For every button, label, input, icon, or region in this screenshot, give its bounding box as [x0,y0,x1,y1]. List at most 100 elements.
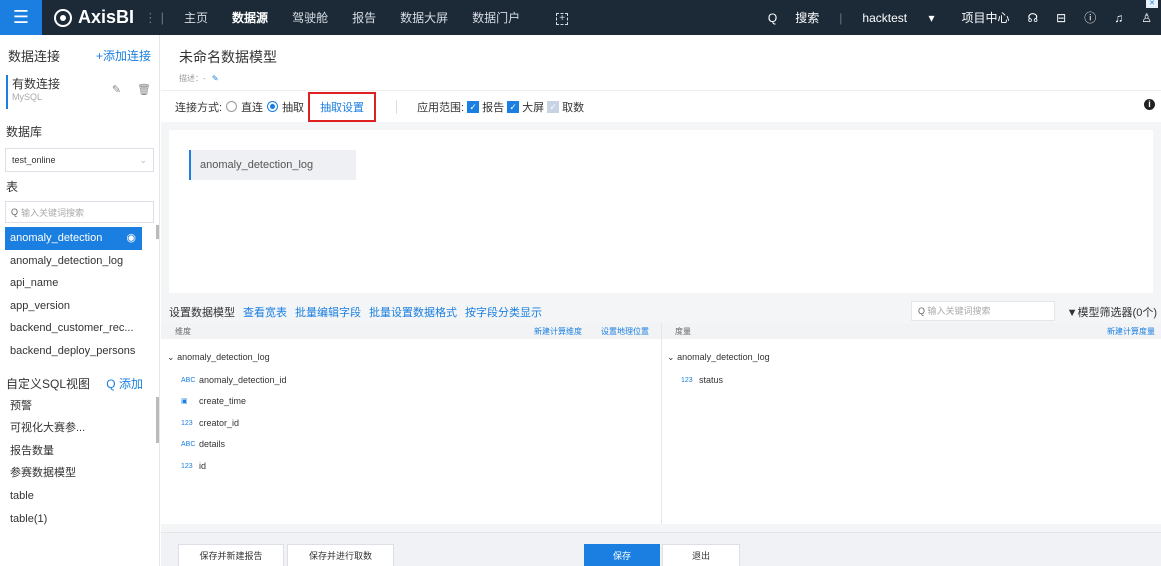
new-dimension-link[interactable]: 新建计算维度 [534,326,582,337]
dimension-field[interactable]: 123 id [181,461,206,471]
hamburger-menu-icon[interactable]: ☰ [0,0,42,35]
save-extract-button[interactable]: 保存并进行取数 [287,544,394,566]
save-new-report-button[interactable]: 保存并新建报告 [178,544,284,566]
fetch-label: 取数 [562,101,585,114]
add-connection-button[interactable]: +添加连接 [96,47,151,64]
nav-big-screen[interactable]: 数据大屏 [400,9,448,26]
sql-view-list: 预警 可视化大赛参... 报告数量 参赛数据模型 table table(1) [0,395,159,531]
nav-home[interactable]: 主页 [184,9,208,26]
search-button[interactable]: Q 搜索 [759,9,828,26]
dimension-field[interactable]: ABC anomaly_detection_id [181,375,287,385]
screen-label: 大屏 [522,101,545,114]
edit-icon[interactable]: ✎ [112,84,121,96]
set-geo-link[interactable]: 设置地理位置 [601,326,649,337]
chevron-down-icon: ⌄ [167,352,175,362]
number-type-icon: 123 [681,376,693,384]
measure-field[interactable]: 123 status [681,375,723,385]
filter-icon: ▼ [1066,307,1078,319]
table-list-scrollbar[interactable] [156,225,159,239]
divider [396,99,398,114]
direct-radio[interactable] [226,101,238,112]
top-right-tools: Q 搜索 | hacktest ▾ 项目中心 ☊ ⊟ ⓘ ♫ ♙ [750,0,1161,35]
extract-radio[interactable] [267,101,279,112]
nav-datasource[interactable]: 数据源 [232,9,268,26]
add-sql-view-button[interactable]: Q 添加 [106,373,143,395]
table-item[interactable]: backend_deploy_persons [0,340,150,363]
chevron-down-icon: ⌄ [139,154,147,165]
screen-checkbox[interactable]: ✓ [507,100,520,113]
search-icon: Q [918,306,926,316]
search-icon: Q [11,207,19,217]
nav-portal[interactable]: 数据门户 [472,9,520,26]
view-wide-table-link[interactable]: 查看宽表 [243,304,287,320]
set-model-tab[interactable]: 设置数据模型 [169,304,235,320]
sidebar: 数据连接 +添加连接 有数连接 MySQL ✎ 🗑 数据库 test_online… [0,35,160,566]
save-icon[interactable]: ⊟ [1056,11,1066,25]
nav-report[interactable]: 报告 [352,9,376,26]
search-icon: Q [106,376,116,391]
table-label: 表 [6,180,19,194]
edit-icon[interactable]: ✎ [212,74,219,83]
measure-group[interactable]: ⌄ anomaly_detection_log [667,352,770,363]
measure-header: 度量 [675,326,691,336]
main-content: 未命名数据模型 描述：- ✎ 连接方式: 直连 抽取 抽取设置 应用范围: ✓ … [161,35,1161,566]
new-measure-link[interactable]: 新建计算度量 [1107,326,1155,337]
project-center-link[interactable]: 项目中心 [961,9,1009,26]
sql-view-item[interactable]: table [0,485,150,508]
dimension-field[interactable]: 123 creator_id [181,418,239,428]
trash-icon[interactable]: 🗑 [137,84,151,96]
connection-item[interactable]: 有数连接 MySQL ✎ 🗑 [6,75,153,109]
dimension-field[interactable]: ▣ create_time [181,396,246,406]
extract-settings-link[interactable]: 抽取设置 [308,91,377,122]
group-by-field-link[interactable]: 按字段分类显示 [465,304,542,320]
user-icon[interactable]: ♙ [1141,11,1152,25]
model-canvas[interactable]: anomaly_detection_log [169,130,1153,293]
exit-button[interactable]: 退出 [662,544,740,566]
database-select[interactable]: test_online ⌄ [5,148,154,172]
table-item[interactable]: backend_customer_rec... [0,317,150,340]
dimension-group[interactable]: ⌄ anomaly_detection_log [167,352,270,363]
text-type-icon: ABC [181,440,196,448]
sql-view-item[interactable]: 可视化大赛参... [0,417,150,440]
model-description: 描述：- ✎ [179,74,219,83]
sql-view-item[interactable]: 预警 [0,395,150,418]
report-checkbox[interactable]: ✓ [467,100,480,113]
fetch-checkbox: ✓ [547,100,560,113]
dimension-field[interactable]: ABC details [181,439,225,449]
canvas-table-card[interactable]: anomaly_detection_log [189,150,356,180]
divider: | [839,10,843,25]
field-search-input[interactable]: Q 输入关键词搜索 [911,301,1055,321]
user-menu[interactable]: hacktest ▾ [853,11,943,25]
number-type-icon: 123 [181,462,193,470]
field-toolbar: 设置数据模型 查看宽表 批量编辑字段 批量设置数据格式 按字段分类显示 Q 输入… [161,301,1161,323]
connection-mode-bar: 连接方式: 直连 抽取 抽取设置 应用范围: ✓ 报告 ✓ 大屏 ✓ 取数 [161,90,1161,122]
sql-view-item[interactable]: table(1) [0,508,150,531]
model-title[interactable]: 未命名数据模型 [179,47,1161,67]
bell-icon[interactable]: ♫ [1114,11,1123,25]
batch-edit-fields-link[interactable]: 批量编辑字段 [295,304,361,320]
nav-cockpit[interactable]: 驾驶舱 [292,9,328,26]
database-label: 数据库 [6,125,43,139]
sql-list-scrollbar[interactable] [156,396,159,443]
headset-icon[interactable]: ☊ [1027,11,1038,25]
batch-format-link[interactable]: 批量设置数据格式 [369,304,457,320]
close-icon[interactable]: ✕ [1146,0,1158,8]
scope-label: 应用范围: [417,101,465,114]
table-item-selected[interactable]: anomaly_detection ◉ [5,227,142,250]
sql-view-item[interactable]: 报告数量 [0,440,150,463]
logo[interactable]: AxisBI [54,7,134,28]
eye-icon[interactable]: ◉ [126,227,136,250]
table-search-input[interactable]: Q 输入关键词搜索 [5,201,154,223]
add-nav-icon[interactable]: + [544,10,580,25]
save-button[interactable]: 保存 [584,544,660,566]
table-item[interactable]: anomaly_detection_log [0,250,150,273]
table-item[interactable]: app_version [0,295,150,318]
info-icon[interactable]: i [1144,99,1155,110]
help-icon[interactable]: ⓘ [1084,9,1096,26]
sql-view-item[interactable]: 参赛数据模型 [0,462,150,485]
footer-bar: 保存并新建报告 保存并进行取数 保存 退出 [161,532,1161,566]
model-filter-button[interactable]: ▼模型筛选器(0个) [1067,304,1157,320]
table-item[interactable]: api_name [0,272,150,295]
main-nav: 主页 数据源 驾驶舱 报告 数据大屏 数据门户 + [172,9,592,26]
number-type-icon: 123 [181,419,193,427]
